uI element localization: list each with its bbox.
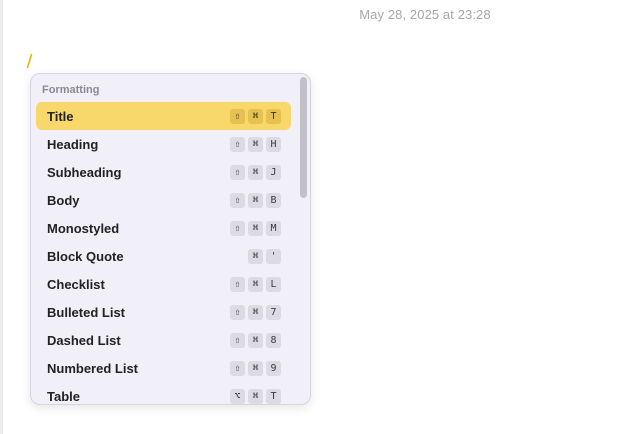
menu-item-title[interactable]: Title ⇧ ⌘ T (36, 102, 291, 130)
keyboard-shortcut: ⇧ ⌘ T (230, 108, 281, 124)
shortcut-key: T (266, 108, 281, 124)
menu-item-bulleted-list[interactable]: Bulleted List ⇧ ⌘ 7 (36, 298, 291, 326)
keyboard-shortcut: ⇧ ⌘ 7 (230, 304, 281, 320)
shift-key-icon: ⇧ (230, 164, 245, 180)
formatting-popup-menu: Formatting Title ⇧ ⌘ T Heading ⇧ ⌘ H Subheading ⇧… (30, 73, 311, 405)
menu-item-label: Dashed List (47, 332, 121, 348)
section-header-formatting: Formatting (42, 84, 100, 96)
command-key-icon: ⌘ (248, 304, 263, 320)
menu-item-dashed-list[interactable]: Dashed List ⇧ ⌘ 8 (36, 326, 291, 354)
shortcut-key: H (266, 136, 281, 152)
menu-item-checklist[interactable]: Checklist ⇧ ⌘ L (36, 270, 291, 298)
shortcut-key: 7 (266, 304, 281, 320)
keyboard-shortcut: ⇧ ⌘ J (230, 164, 281, 180)
shortcut-key: 9 (266, 360, 281, 376)
menu-item-label: Bulleted List (47, 304, 126, 320)
shift-key-icon: ⇧ (230, 304, 245, 320)
command-key-icon: ⌘ (248, 248, 263, 264)
command-key-icon: ⌘ (248, 360, 263, 376)
popup-scrollbar-thumb[interactable] (300, 77, 307, 198)
text-cursor-slash (26, 54, 33, 68)
menu-item-label: Subheading (47, 164, 122, 180)
shift-key-icon: ⇧ (230, 332, 245, 348)
command-key-icon: ⌘ (248, 388, 263, 404)
formatting-menu-list: Title ⇧ ⌘ T Heading ⇧ ⌘ H Subheading ⇧ ⌘ J Body ⇧ ⌘ B Mo… (36, 102, 291, 404)
menu-item-subheading[interactable]: Subheading ⇧ ⌘ J (36, 158, 291, 186)
shortcut-key: T (266, 388, 281, 404)
menu-item-block-quote[interactable]: Block Quote ⌘ ' (36, 242, 291, 270)
keyboard-shortcut: ⌘ ' (248, 248, 281, 264)
shift-key-icon: ⇧ (230, 220, 245, 236)
popup-scrollbar[interactable] (300, 77, 307, 401)
command-key-icon: ⌘ (248, 332, 263, 348)
command-key-icon: ⌘ (248, 108, 263, 124)
shift-key-icon: ⇧ (230, 108, 245, 124)
shift-key-icon: ⇧ (230, 136, 245, 152)
shift-key-icon: ⇧ (230, 192, 245, 208)
menu-item-label: Table (47, 388, 80, 404)
menu-item-label: Monostyled (47, 220, 120, 236)
shortcut-key: 8 (266, 332, 281, 348)
menu-item-numbered-list[interactable]: Numbered List ⇧ ⌘ 9 (36, 354, 291, 382)
keyboard-shortcut: ⌥ ⌘ T (230, 388, 281, 404)
window-left-edge (0, 0, 3, 434)
menu-item-label: Checklist (47, 276, 105, 292)
menu-item-label: Body (47, 192, 80, 208)
keyboard-shortcut: ⇧ ⌘ L (230, 276, 281, 292)
shift-key-icon: ⇧ (230, 360, 245, 376)
shortcut-key: J (266, 164, 281, 180)
shortcut-key: ' (266, 248, 281, 264)
command-key-icon: ⌘ (248, 192, 263, 208)
shortcut-key: M (266, 220, 281, 236)
command-key-icon: ⌘ (248, 220, 263, 236)
note-timestamp: May 28, 2025 at 23:28 (359, 7, 491, 22)
menu-item-heading[interactable]: Heading ⇧ ⌘ H (36, 130, 291, 158)
command-key-icon: ⌘ (248, 136, 263, 152)
menu-item-table[interactable]: Table ⌥ ⌘ T (36, 382, 291, 404)
menu-item-label: Numbered List (47, 360, 139, 376)
shortcut-key: B (266, 192, 281, 208)
menu-item-label: Heading (47, 136, 99, 152)
keyboard-shortcut: ⇧ ⌘ B (230, 192, 281, 208)
shift-key-icon: ⇧ (230, 276, 245, 292)
keyboard-shortcut: ⇧ ⌘ M (230, 220, 281, 236)
command-key-icon: ⌘ (248, 276, 263, 292)
keyboard-shortcut: ⇧ ⌘ 8 (230, 332, 281, 348)
option-key-icon: ⌥ (230, 388, 245, 404)
menu-item-body[interactable]: Body ⇧ ⌘ B (36, 186, 291, 214)
menu-item-monostyled[interactable]: Monostyled ⇧ ⌘ M (36, 214, 291, 242)
command-key-icon: ⌘ (248, 164, 263, 180)
keyboard-shortcut: ⇧ ⌘ H (230, 136, 281, 152)
keyboard-shortcut: ⇧ ⌘ 9 (230, 360, 281, 376)
menu-item-label: Title (47, 108, 74, 124)
shortcut-key: L (266, 276, 281, 292)
menu-item-label: Block Quote (47, 248, 124, 264)
